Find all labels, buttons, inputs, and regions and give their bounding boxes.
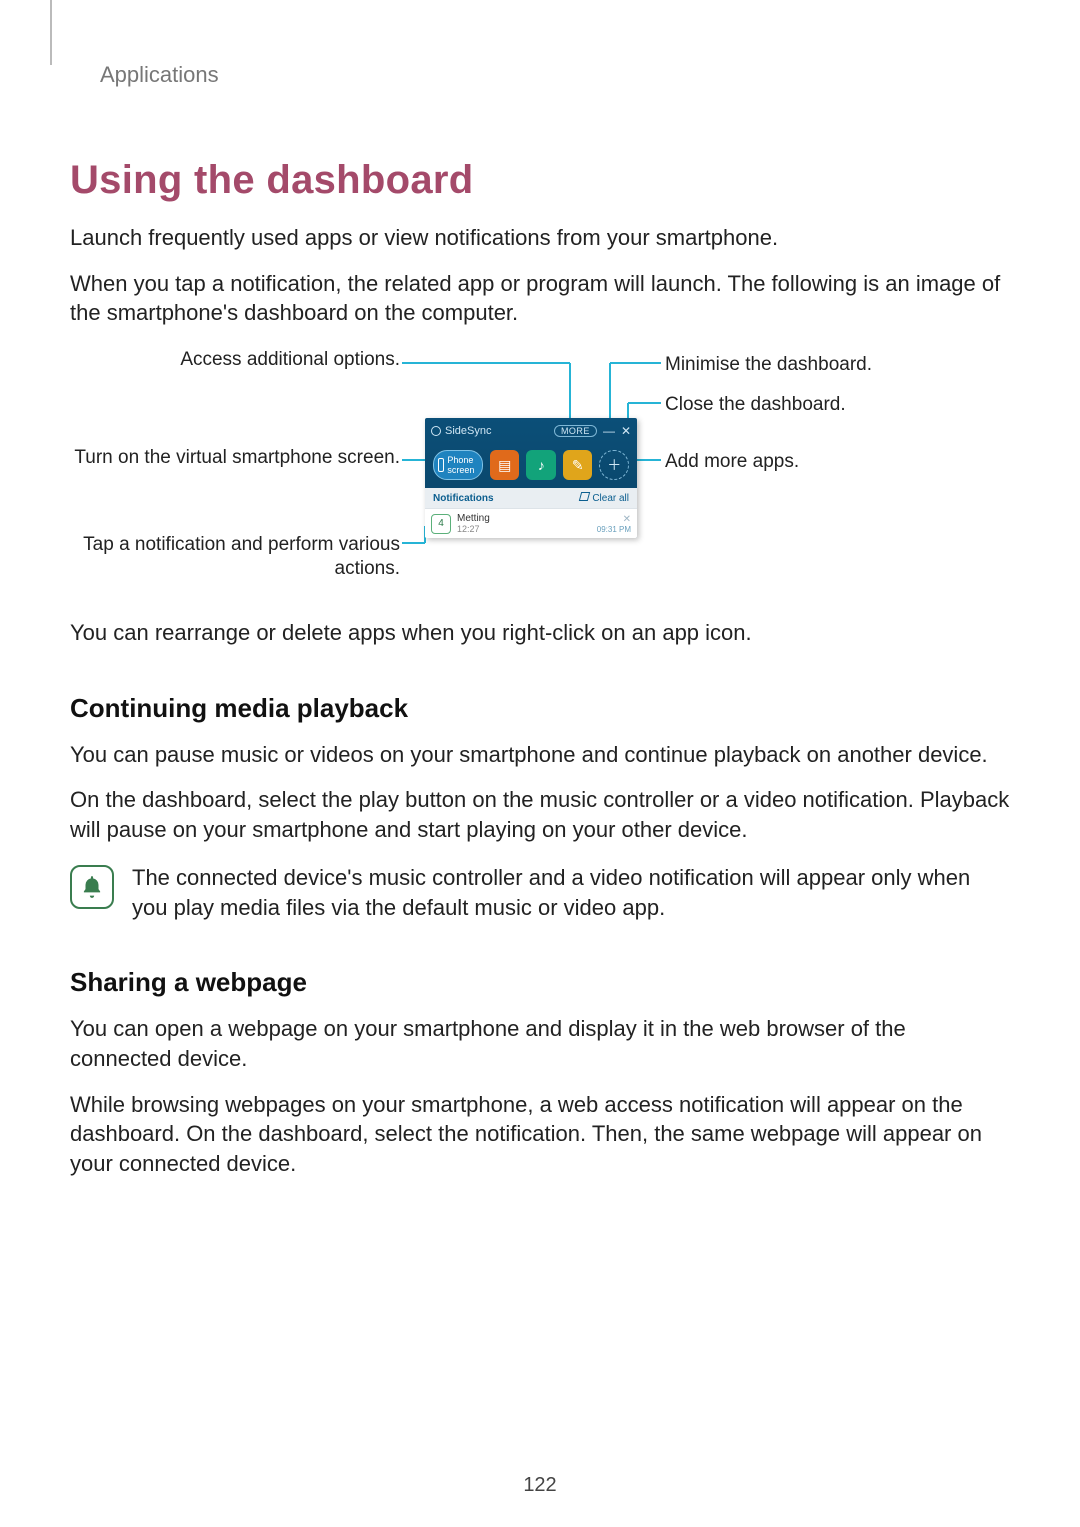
dashboard-app-row: Phone screen ▤ ♪ ✎ ＋ bbox=[425, 444, 637, 488]
dashboard-brand: SideSync bbox=[431, 425, 554, 437]
app-shortcut-gallery[interactable]: ✎ bbox=[563, 450, 592, 480]
webpage-paragraph-1: You can open a webpage on your smartphon… bbox=[70, 1014, 1010, 1073]
more-button[interactable]: MORE bbox=[554, 425, 597, 437]
app-shortcut-1[interactable]: ▤ bbox=[490, 450, 519, 480]
notification-dismiss-icon[interactable]: ✕ bbox=[597, 514, 631, 525]
header-rule bbox=[50, 0, 52, 65]
dashboard-diagram: Access additional options. Turn on the v… bbox=[70, 348, 1010, 588]
notifications-label: Notifications bbox=[433, 493, 494, 504]
callout-add-apps: Add more apps. bbox=[665, 450, 985, 474]
subheading-media: Continuing media playback bbox=[70, 693, 1010, 724]
dashboard-titlebar: SideSync MORE — ✕ bbox=[425, 418, 637, 444]
phone-screen-label: Phone screen bbox=[447, 455, 478, 475]
app-shortcut-music[interactable]: ♪ bbox=[526, 450, 555, 480]
callout-virtual-screen: Turn on the virtual smartphone screen. bbox=[70, 446, 400, 470]
notification-time: 09:31 PM bbox=[597, 525, 631, 534]
intro-paragraph-2: When you tap a notification, the related… bbox=[70, 269, 1010, 328]
minimise-button[interactable]: — bbox=[603, 424, 615, 438]
media-paragraph-1: You can pause music or videos on your sm… bbox=[70, 740, 1010, 770]
page-title: Using the dashboard bbox=[70, 158, 1010, 203]
after-diagram-paragraph: You can rearrange or delete apps when yo… bbox=[70, 618, 1010, 648]
clear-all-label: Clear all bbox=[592, 493, 629, 504]
sidesync-icon bbox=[431, 426, 441, 436]
callout-more-options: Access additional options. bbox=[70, 348, 400, 372]
notification-title: Metting bbox=[457, 513, 591, 524]
notification-item[interactable]: 4 Metting 12:27 ✕ 09:31 PM bbox=[425, 508, 637, 538]
webpage-paragraph-2: While browsing webpages on your smartpho… bbox=[70, 1090, 1010, 1179]
clear-all-button[interactable]: Clear all bbox=[580, 492, 629, 504]
phone-icon bbox=[438, 458, 444, 472]
note-block: The connected device's music controller … bbox=[70, 863, 1010, 922]
add-app-button[interactable]: ＋ bbox=[599, 450, 629, 480]
clear-icon bbox=[579, 492, 590, 501]
page-number: 122 bbox=[0, 1474, 1080, 1497]
calendar-icon: 4 bbox=[431, 514, 451, 534]
note-text: The connected device's music controller … bbox=[132, 863, 1010, 922]
subheading-webpage: Sharing a webpage bbox=[70, 967, 1010, 998]
callout-minimise: Minimise the dashboard. bbox=[665, 353, 985, 377]
notifications-section: Notifications Clear all 4 Metting 12:27 … bbox=[425, 488, 637, 538]
callout-close: Close the dashboard. bbox=[665, 393, 985, 417]
header-section: Applications bbox=[100, 62, 1010, 88]
dashboard-window: SideSync MORE — ✕ Phone screen ▤ ♪ ✎ ＋ N… bbox=[425, 418, 637, 538]
bell-icon bbox=[70, 865, 114, 909]
notification-subtitle: 12:27 bbox=[457, 524, 591, 534]
close-button[interactable]: ✕ bbox=[621, 424, 631, 438]
intro-paragraph-1: Launch frequently used apps or view noti… bbox=[70, 223, 1010, 253]
dashboard-brand-label: SideSync bbox=[445, 425, 491, 437]
phone-screen-button[interactable]: Phone screen bbox=[433, 450, 483, 480]
media-paragraph-2: On the dashboard, select the play button… bbox=[70, 785, 1010, 844]
callout-notification-tap: Tap a notification and perform various a… bbox=[70, 533, 400, 581]
